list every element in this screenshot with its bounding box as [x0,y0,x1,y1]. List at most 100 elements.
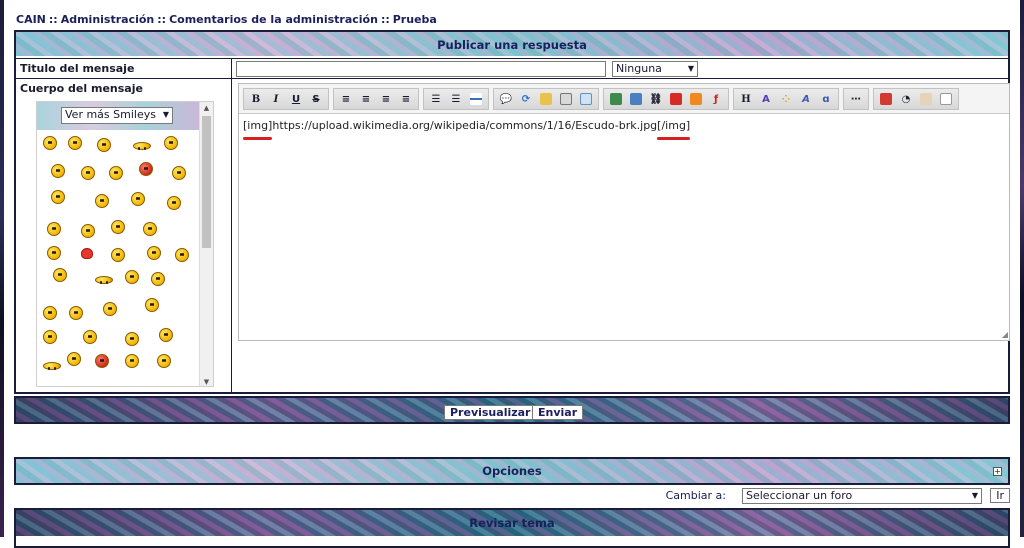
forum-select[interactable]: Seleccionar un foro ▼ [742,488,982,504]
smiley-icon[interactable] [143,222,157,236]
smiley-icon[interactable] [47,246,61,260]
img-open-tag-text: [img] [243,119,273,132]
numbered-list-icon[interactable]: ☰ [448,91,464,107]
horizontal-rule-icon[interactable] [468,91,484,107]
spoiler-icon[interactable] [538,91,554,107]
link-icon[interactable]: ⛓ [648,91,664,107]
smiley-icon[interactable] [167,196,181,210]
heart-icon[interactable] [81,248,93,259]
smiley-icon[interactable] [43,306,57,320]
color-picker-icon[interactable]: ⁘ [778,91,794,107]
post-icon-select[interactable]: Ninguna ▼ [612,61,698,77]
expand-icon[interactable]: + [993,467,1002,476]
smiley-icon[interactable] [175,248,189,262]
toolbar-group-text-style: B I U S [243,88,329,110]
copy-icon[interactable] [918,91,934,107]
host-image-icon[interactable] [628,91,644,107]
date-icon[interactable] [878,91,894,107]
align-justify-icon[interactable]: ≡ [398,91,414,107]
smiley-icon[interactable] [109,166,123,180]
smiley-icon[interactable] [151,272,165,286]
code-icon[interactable]: ⟳ [518,91,534,107]
quote-icon[interactable]: 💬 [498,91,514,107]
smiley-icon[interactable] [69,306,83,320]
smiley-icon[interactable] [164,136,178,150]
smiley-icon[interactable] [125,354,139,368]
scroll-up-icon[interactable]: ▲ [200,104,213,112]
smiley-icon[interactable] [97,138,111,152]
smiley-icon[interactable] [157,354,171,368]
highlight-icon[interactable]: ɑ [818,91,834,107]
smiley-icon[interactable] [83,330,97,344]
smiley-icon[interactable] [172,166,186,180]
flash-icon[interactable]: ƒ [708,91,724,107]
smiley-icon[interactable] [103,302,117,316]
more-options-icon[interactable]: ⋯ [848,91,864,107]
smiley-icon[interactable] [147,246,161,260]
hide-icon[interactable] [558,91,574,107]
smiley-icon[interactable] [43,362,61,370]
preview-button[interactable]: Previsualizar [444,405,537,420]
resize-handle-icon[interactable]: ◢ [1002,330,1008,339]
smiley-icon[interactable] [139,162,153,176]
breadcrumb-item-forum[interactable]: Comentarios de la administración [169,13,378,26]
smiley-icon[interactable] [67,352,81,366]
more-smileys-select[interactable]: Ver más Smileys ▼ [61,107,173,124]
underline-button[interactable]: U [288,91,304,107]
title-input[interactable] [236,61,606,77]
smiley-icon[interactable] [125,270,139,284]
strikethrough-button[interactable]: S [308,91,324,107]
smiley-icon[interactable] [51,164,65,178]
toolbar-group-insert: 💬 ⟳ [493,88,599,110]
scrollbar-thumb[interactable] [202,116,211,248]
smiley-icon[interactable] [95,276,113,284]
smiley-icon[interactable] [81,166,95,180]
toolbar-group-lists: ☰ ☰ [423,88,489,110]
smiley-icon[interactable] [145,298,159,312]
chevron-down-icon: ▼ [162,110,169,119]
smileys-scrollbar[interactable]: ▲ ▼ [199,102,213,386]
message-textarea[interactable]: [img] https://upload.wikimedia.org/wikipe… [239,114,1009,340]
bold-button[interactable]: B [248,91,264,107]
smiley-icon[interactable] [43,136,57,150]
scroll-down-icon[interactable]: ▼ [200,378,213,386]
breadcrumb-item-home[interactable]: CAIN [16,13,46,26]
time-icon[interactable]: ◔ [898,91,914,107]
smiley-icon[interactable] [95,194,109,208]
smiley-icon[interactable] [51,190,65,204]
font-size-icon[interactable]: A [758,91,774,107]
smiley-icon[interactable] [95,354,109,368]
switch-editor-icon[interactable] [938,91,954,107]
table-icon[interactable] [578,91,594,107]
smiley-icon[interactable] [53,268,67,282]
align-left-icon[interactable]: ≡ [338,91,354,107]
smiley-icon[interactable] [68,136,82,150]
font-face-icon[interactable]: A [798,91,814,107]
smiley-icon[interactable] [43,330,57,344]
smiley-icon[interactable] [47,222,61,236]
smiley-icon[interactable] [159,328,173,342]
send-button[interactable]: Enviar [532,405,584,420]
breadcrumb-separator: :: [157,13,167,26]
align-right-icon[interactable]: ≡ [378,91,394,107]
smiley-icon[interactable] [111,248,125,262]
smiley-icon[interactable] [125,332,139,346]
heading-button[interactable]: H [738,91,754,107]
go-button[interactable]: Ir [990,488,1010,503]
smiley-icon[interactable] [133,142,151,150]
options-header[interactable]: Opciones [16,459,1008,483]
youtube-icon[interactable] [668,91,684,107]
smiley-icon[interactable] [131,192,145,206]
submit-bar: Previsualizar Enviar [14,396,1010,424]
review-header: Revisar tema [16,510,1008,536]
italic-button[interactable]: I [268,91,284,107]
smiley-icon[interactable] [81,224,95,238]
dailymotion-icon[interactable] [688,91,704,107]
breadcrumb-item-admin[interactable]: Administración [61,13,155,26]
breadcrumb-item-topic[interactable]: Prueba [393,13,437,26]
smiley-icon[interactable] [111,220,125,234]
align-center-icon[interactable]: ≡ [358,91,374,107]
image-icon[interactable] [608,91,624,107]
options-panel: Opciones + [14,457,1010,485]
bullet-list-icon[interactable]: ☰ [428,91,444,107]
